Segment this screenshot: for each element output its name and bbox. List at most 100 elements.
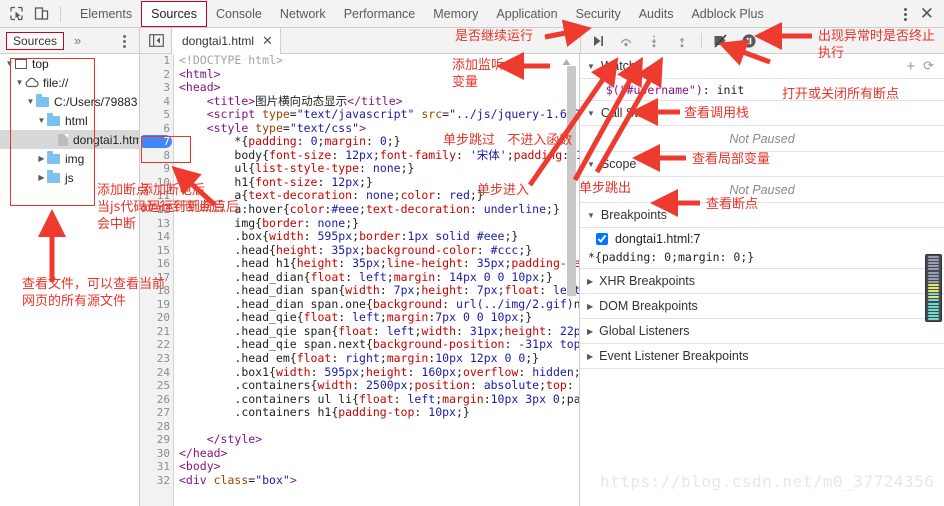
line-number[interactable]: 16 [140, 257, 170, 271]
chevron-right-icon[interactable]: ▶ [587, 302, 593, 311]
line-number[interactable]: 18 [140, 284, 170, 298]
line-number[interactable]: 1 [140, 54, 170, 68]
step-into-button[interactable] [645, 32, 663, 50]
tree-item-dongtai1-html[interactable]: dongtai1.html [0, 130, 139, 149]
code-line-32[interactable]: 32 <div class="box"> [140, 473, 579, 488]
line-number[interactable]: 2 [140, 68, 170, 82]
line-number[interactable]: 23 [140, 352, 170, 366]
line-number[interactable]: 11 [140, 189, 170, 203]
line-number[interactable]: 29 [140, 433, 170, 447]
line-number[interactable]: 31 [140, 460, 170, 474]
step-over-button[interactable] [617, 32, 635, 50]
section-dom-breakpoints[interactable]: ▶ DOM Breakpoints [580, 294, 944, 319]
tree-item-img[interactable]: ▶ img [0, 149, 139, 168]
line-number[interactable]: 17 [140, 271, 170, 285]
line-number[interactable]: 32 [140, 474, 170, 488]
section-breakpoints[interactable]: ▼ Breakpoints [580, 203, 944, 228]
line-number[interactable]: 6 [140, 122, 170, 136]
code-line-31[interactable]: 31 <body> [140, 460, 579, 474]
code-line-18[interactable]: 18 .head_dian span{width: 7px;height: 7p… [140, 284, 579, 298]
editor-scroll-up-icon[interactable] [562, 56, 571, 65]
section-call-stack[interactable]: ▼ Call Stack [580, 101, 944, 126]
code-line-17[interactable]: 17 .head_dian{float: left;margin: 14px 0… [140, 270, 579, 285]
line-number[interactable]: 30 [140, 447, 170, 461]
chevron-down-icon[interactable]: ▼ [25, 97, 36, 106]
code-line-22[interactable]: 22 .head_qie span.next{background-positi… [140, 338, 579, 352]
tree-item-js[interactable]: ▶ js [0, 168, 139, 187]
chevron-right-double-icon[interactable]: » [74, 33, 81, 48]
code-line-3[interactable]: 3 <head> [140, 80, 579, 95]
breakpoint-enabled-checkbox[interactable] [596, 232, 608, 245]
chevron-down-icon[interactable]: ▼ [587, 160, 595, 169]
code-line-8[interactable]: 8 body{font-size: 12px;font-family: '宋体'… [140, 148, 579, 163]
tab-application[interactable]: Application [487, 0, 566, 28]
chevron-right-icon[interactable]: ▶ [587, 352, 593, 361]
section-xhr-breakpoints[interactable]: ▶ XHR Breakpoints [580, 269, 944, 294]
tab-console[interactable]: Console [207, 0, 271, 28]
code-line-20[interactable]: 20 .head_qie{float: left;margin:7px 0 0 … [140, 311, 579, 325]
code-line-26[interactable]: 26 .containers ul li{float: left;margin:… [140, 392, 579, 407]
line-number[interactable]: 19 [140, 298, 170, 312]
line-number[interactable]: 4 [140, 95, 170, 109]
line-number[interactable]: 28 [140, 420, 170, 434]
breakpoint-list-item[interactable]: dongtai1.html:7 [580, 228, 944, 249]
watch-expression-row[interactable]: ▶ $("#username") : init [580, 79, 944, 101]
pause-on-exceptions-button[interactable] [740, 32, 758, 50]
line-number[interactable]: 27 [140, 406, 170, 420]
navigator-more-icon[interactable] [123, 34, 127, 48]
code-line-16[interactable]: 16 .head h1{height: 35px;line-height: 35… [140, 256, 579, 271]
code-line-24[interactable]: 24 .box1{width: 595px;height: 160px;over… [140, 365, 579, 380]
navigator-toggle-icon[interactable] [145, 30, 167, 52]
code-line-2[interactable]: 2 <html> [140, 67, 579, 82]
chevron-down-icon[interactable]: ▼ [587, 62, 595, 71]
line-number[interactable]: 14 [140, 230, 170, 244]
chevron-right-icon[interactable]: ▶ [587, 277, 593, 286]
tab-elements[interactable]: Elements [71, 0, 141, 28]
tab-security[interactable]: Security [567, 0, 630, 28]
line-number[interactable]: 9 [140, 162, 170, 176]
code-line-10[interactable]: 10 h1{font-size: 12px;} [140, 175, 579, 190]
deactivate-breakpoints-button[interactable] [712, 32, 730, 50]
code-minimap-scrollbar[interactable] [925, 254, 942, 322]
section-event-listener-breakpoints[interactable]: ▶ Event Listener Breakpoints [580, 344, 944, 369]
tab-audits[interactable]: Audits [630, 0, 683, 28]
line-number[interactable]: 26 [140, 393, 170, 407]
line-number[interactable]: 22 [140, 338, 170, 352]
tab-sources[interactable]: Sources [141, 1, 207, 27]
code-line-7[interactable]: 7 *{padding: 0;margin: 0;} [140, 135, 579, 149]
chevron-down-icon[interactable]: ▼ [14, 78, 25, 87]
more-options-icon[interactable] [903, 6, 908, 22]
line-number[interactable]: 15 [140, 244, 170, 258]
tree-item-top[interactable]: ▼ top [0, 54, 139, 73]
close-devtools-icon[interactable]: ✕ [920, 5, 934, 22]
navigator-file-tree[interactable]: ▼ top ▼ file:// ▼ C:/Users/79883 ▼ html … [0, 54, 140, 506]
code-line-11[interactable]: 11 a{text-decoration: none;color: red;} [140, 189, 579, 203]
code-line-30[interactable]: 30 </head> [140, 446, 579, 461]
chevron-right-icon[interactable]: ▶ [36, 173, 47, 182]
code-line-9[interactable]: 9 ul{list-style-type: none;} [140, 162, 579, 176]
line-number[interactable]: 25 [140, 379, 170, 393]
line-number[interactable]: 8 [140, 149, 170, 163]
line-number[interactable]: 24 [140, 366, 170, 380]
code-line-4[interactable]: 4 <title>图片横向动态显示</title> [140, 94, 579, 109]
tree-item-html[interactable]: ▼ html [0, 111, 139, 130]
tab-adblock-plus[interactable]: Adblock Plus [682, 0, 772, 28]
code-line-1[interactable]: 1 <!DOCTYPE html> [140, 54, 579, 68]
code-line-29[interactable]: 29 </style> [140, 433, 579, 447]
code-line-15[interactable]: 15 .head{height: 35px;background-color: … [140, 243, 579, 258]
editor-code-lines[interactable]: 1 <!DOCTYPE html> 2 <html> 3 <head> 4 <title>图… [140, 54, 579, 488]
tree-item-file-protocol[interactable]: ▼ file:// [0, 73, 139, 92]
chevron-down-icon[interactable]: ▼ [36, 116, 47, 125]
line-number[interactable]: 20 [140, 311, 170, 325]
section-global-listeners[interactable]: ▶ Global Listeners [580, 319, 944, 344]
tab-memory[interactable]: Memory [424, 0, 487, 28]
chevron-right-icon[interactable]: ▶ [36, 154, 47, 163]
resume-script-button[interactable] [589, 32, 607, 50]
line-number[interactable]: 3 [140, 81, 170, 95]
code-line-5[interactable]: 5 <script type="text/javascript" src="..… [140, 107, 579, 122]
section-scope[interactable]: ▼ Scope [580, 152, 944, 177]
line-number[interactable]: 13 [140, 217, 170, 231]
tree-item-c-users-79883[interactable]: ▼ C:/Users/79883 [0, 92, 139, 111]
code-line-12[interactable]: 12 a:hover{color:#eee;text-decoration: u… [140, 202, 579, 217]
chevron-down-icon[interactable]: ▼ [587, 109, 595, 118]
